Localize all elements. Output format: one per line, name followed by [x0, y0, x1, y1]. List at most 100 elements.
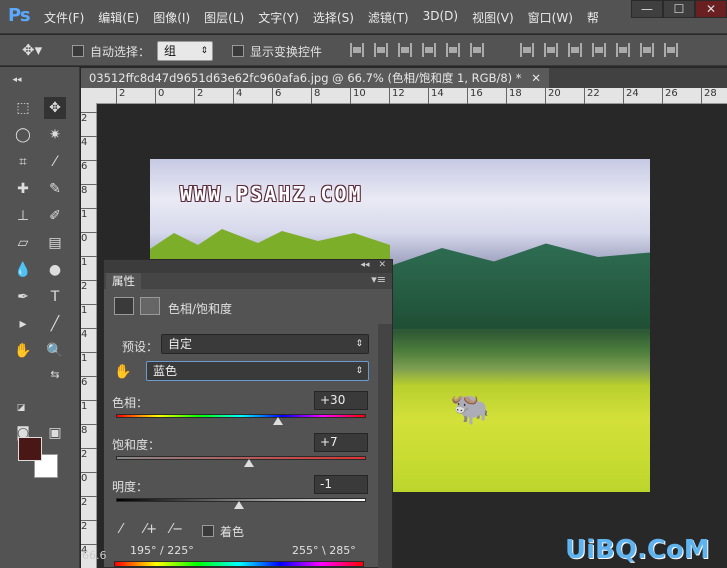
close-button[interactable]: ✕ [695, 0, 727, 18]
image-watermark: WWW.PSAHZ.COM [180, 182, 363, 206]
panel-menu-icon[interactable]: ▾≡ [371, 273, 386, 286]
distribute-vcenter-icon[interactable] [544, 43, 558, 57]
eraser-tool-icon[interactable]: ▱ [12, 232, 34, 254]
menu-edit[interactable]: 编辑(E) [98, 9, 139, 26]
menu-layer[interactable]: 图层(L) [204, 9, 244, 26]
lightness-value-field[interactable]: -1 [314, 475, 368, 494]
ruler-v-label: 8 [81, 424, 97, 436]
distribute-left-icon[interactable] [592, 43, 606, 57]
show-transform-checkbox[interactable] [232, 43, 244, 57]
restore-button[interactable]: ☐ [663, 0, 695, 18]
align-left-icon[interactable] [422, 43, 436, 57]
channel-dropdown[interactable]: 蓝色 ⇕ [146, 361, 369, 381]
saturation-value-field[interactable]: +7 [314, 433, 368, 452]
magic-wand-icon[interactable]: ✷ [44, 124, 66, 146]
menu-filter[interactable]: 滤镜(T) [368, 9, 409, 26]
hand-tool-icon[interactable]: ✋ [12, 340, 34, 362]
tab-properties[interactable]: 属性 [106, 273, 141, 289]
vertical-ruler: 2468101214161820224 [81, 104, 97, 568]
menu-image[interactable]: 图像(I) [153, 9, 190, 26]
foreground-color-swatch[interactable] [18, 437, 42, 461]
options-bar: ✥▾ 自动选择： 组 ⇕ 显示变换控件 [0, 35, 727, 66]
brush-tool-icon[interactable]: ✎ [44, 178, 66, 200]
buffalo-icon: 🐃 [450, 389, 490, 427]
ruler-h-label: 4 [233, 88, 242, 104]
type-tool-icon[interactable]: T [44, 286, 66, 308]
mask-icon[interactable] [140, 297, 160, 315]
panel-title: 色相/饱和度 [168, 302, 233, 316]
distribute-right-icon[interactable] [640, 43, 654, 57]
hue-slider[interactable] [116, 414, 366, 418]
menu-view[interactable]: 视图(V) [472, 9, 514, 26]
hue-value-field[interactable]: +30 [314, 391, 368, 410]
eyedropper-tool-icon[interactable]: ⁄ [44, 151, 66, 173]
ruler-h-label: 14 [428, 88, 444, 104]
menu-type[interactable]: 文字(Y) [258, 9, 299, 26]
menu-file[interactable]: 文件(F) [44, 9, 84, 26]
show-transform-label: 显示变换控件 [250, 45, 323, 59]
healing-brush-icon[interactable]: ✚ [12, 178, 34, 200]
ruler-h-label: 2 [116, 88, 125, 104]
eyedropper-icon[interactable]: ⁄ [120, 522, 122, 537]
auto-align-icon[interactable] [664, 43, 678, 57]
saturation-slider-thumb[interactable] [244, 459, 254, 467]
close-tab-icon[interactable]: ✕ [531, 71, 541, 85]
dodge-tool-icon[interactable]: ● [44, 259, 66, 281]
colorize-checkbox[interactable] [202, 523, 214, 537]
auto-select-checkbox[interactable] [72, 43, 84, 57]
menu-help[interactable]: 帮 [587, 9, 599, 26]
move-tool-preset-icon[interactable]: ✥▾ [22, 41, 42, 59]
ruler-h-label: 22 [584, 88, 600, 104]
saturation-slider[interactable] [116, 456, 366, 460]
panel-close-icon[interactable]: ✕ [378, 260, 386, 270]
eyedropper-minus-icon[interactable]: ⁄− [170, 522, 183, 537]
lasso-tool-icon[interactable]: ◯ [12, 124, 34, 146]
menu-window[interactable]: 窗口(W) [528, 9, 573, 26]
ruler-v-label: 2 [81, 448, 97, 460]
blur-tool-icon[interactable]: 💧 [12, 259, 34, 281]
default-colors-icon[interactable]: ◪ [10, 397, 32, 419]
gradient-tool-icon[interactable]: ▤ [44, 232, 66, 254]
distribute-hcenter-icon[interactable] [616, 43, 630, 57]
align-top-icon[interactable] [350, 43, 364, 57]
align-bottom-icon[interactable] [398, 43, 412, 57]
path-selection-icon[interactable]: ▸ [12, 313, 34, 335]
menu-select[interactable]: 选择(S) [313, 9, 354, 26]
ruler-h-label: 0 [155, 88, 164, 104]
targeted-adjustment-hand-icon[interactable]: ✋ [114, 364, 131, 380]
zoom-tool-icon[interactable]: 🔍 [44, 340, 66, 362]
auto-select-dropdown[interactable]: 组 ⇕ [157, 41, 213, 61]
align-right-icon[interactable] [470, 43, 484, 57]
document-tab[interactable]: 03512ffc8d47d9651d63e62fc960afa6.jpg @ 6… [81, 68, 549, 88]
line-tool-icon[interactable]: ╱ [44, 313, 66, 335]
swap-colors-icon[interactable]: ⇆ [44, 363, 66, 385]
align-icons [350, 43, 494, 57]
screen-mode-icon[interactable]: ▣ [44, 422, 66, 444]
hue-slider-thumb[interactable] [273, 417, 283, 425]
ruler-h-label: 6 [272, 88, 281, 104]
panel-scrollbar[interactable] [378, 324, 392, 568]
ruler-v-label: 1 [81, 352, 97, 364]
minimize-button[interactable]: — [631, 0, 663, 18]
move-tool-icon[interactable]: ✥ [44, 97, 66, 119]
align-hcenter-icon[interactable] [446, 43, 460, 57]
zoom-level[interactable]: 66.6 [82, 549, 107, 562]
eyedropper-plus-icon[interactable]: ⁄+ [144, 522, 157, 537]
align-vcenter-icon[interactable] [374, 43, 388, 57]
preset-dropdown[interactable]: 自定 ⇕ [161, 334, 369, 354]
distribute-top-icon[interactable] [520, 43, 534, 57]
crop-tool-icon[interactable]: ⌗ [12, 151, 34, 173]
ruler-v-label: 2 [81, 280, 97, 292]
auto-select-value: 组 [164, 44, 177, 58]
distribute-bottom-icon[interactable] [568, 43, 582, 57]
history-brush-icon[interactable]: ✐ [44, 205, 66, 227]
collapse-toolbox-icon[interactable]: ◂◂ [6, 69, 28, 91]
ruler-v-label: 2 [81, 520, 97, 532]
menu-3d[interactable]: 3D(D) [423, 9, 458, 26]
clone-stamp-icon[interactable]: ⊥ [12, 205, 34, 227]
pen-tool-icon[interactable]: ✒ [12, 286, 34, 308]
panel-collapse-icon[interactable]: ◂◂ [361, 260, 370, 270]
marquee-tool-icon[interactable]: ⬚ [12, 97, 34, 119]
lightness-slider-thumb[interactable] [234, 501, 244, 509]
channel-value: 蓝色 [153, 364, 178, 378]
